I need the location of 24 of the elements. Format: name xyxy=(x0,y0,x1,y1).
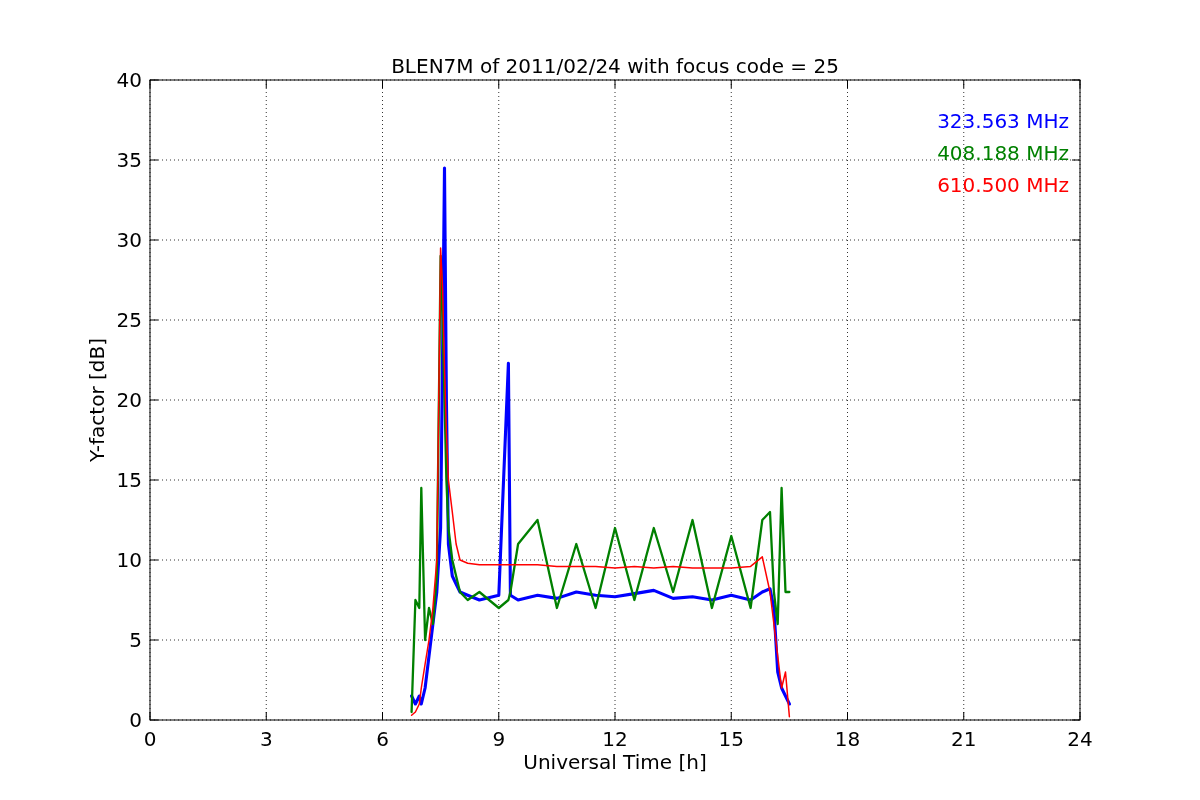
tick-label: 35 xyxy=(116,148,142,172)
tick-label: 24 xyxy=(1067,727,1093,751)
tick-label: 9 xyxy=(492,727,506,751)
x-axis-label: Universal Time [h] xyxy=(523,750,707,774)
y-axis-label: Y-factor [dB] xyxy=(85,338,109,462)
tick-label: 0 xyxy=(143,727,157,751)
tick-label: 10 xyxy=(116,548,142,572)
tick-label: 18 xyxy=(834,727,861,751)
tick-label: 5 xyxy=(129,628,142,652)
tick-label: 25 xyxy=(116,308,142,332)
tick-label: 20 xyxy=(116,388,142,412)
tick-label: 6 xyxy=(376,727,389,751)
legend-label: 610.500 MHz xyxy=(937,173,1069,197)
tick-label: 15 xyxy=(116,468,142,492)
legend-label: 323.563 MHz xyxy=(937,109,1069,133)
legend-label: 408.188 MHz xyxy=(937,141,1069,165)
tick-label: 30 xyxy=(116,228,142,252)
chart-title: BLEN7M of 2011/02/24 with focus code = 25 xyxy=(391,54,839,78)
tick-label: 40 xyxy=(116,68,142,92)
tick-label: 15 xyxy=(718,727,744,751)
tick-label: 0 xyxy=(129,708,142,732)
tick-label: 21 xyxy=(951,727,977,751)
tick-label: 3 xyxy=(259,727,273,751)
tick-label: 12 xyxy=(602,727,628,751)
